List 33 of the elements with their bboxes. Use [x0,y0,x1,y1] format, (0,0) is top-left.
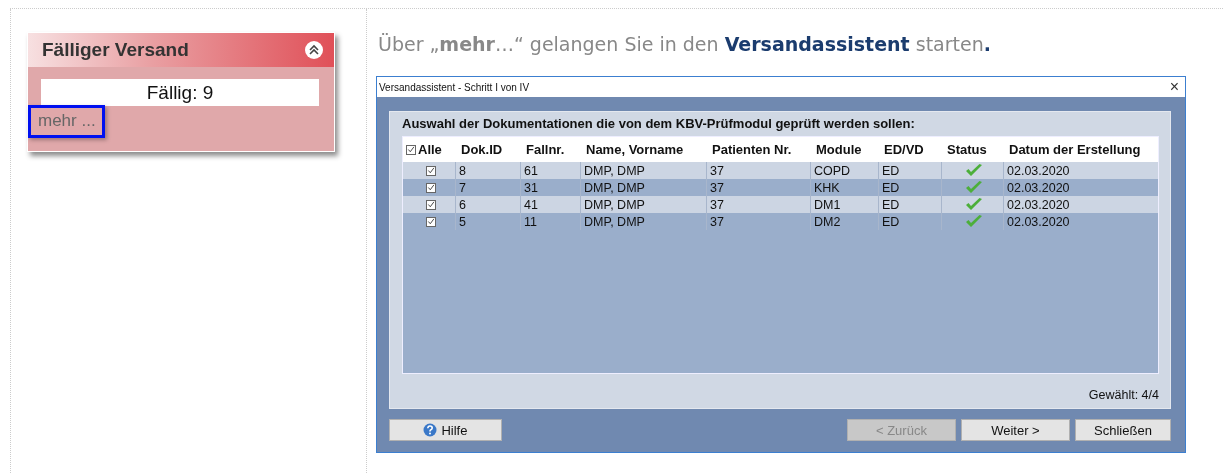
column-header[interactable]: Name, Vorname [580,142,706,157]
dialog-button[interactable]: Schließen [1074,419,1171,441]
table-cell: 5 [455,213,520,230]
widget-title: Fälliger Versand [42,39,189,61]
column-header[interactable]: Dok.ID [455,142,520,157]
checkbox[interactable] [425,165,436,176]
checkbox[interactable] [425,182,436,193]
column-header[interactable]: Fallnr. [520,142,580,157]
collapse-icon[interactable] [304,40,324,60]
table-cell: 37 [706,213,810,230]
due-count: Fällig: 9 [41,79,319,106]
column-header[interactable]: Patienten Nr. [706,142,810,157]
table-cell: 11 [520,213,580,230]
column-header[interactable]: Alle [418,142,442,157]
checkbox[interactable] [425,199,436,210]
checkbox[interactable] [406,144,416,155]
column-header[interactable]: ED/VD [878,142,941,157]
column-header[interactable]: Status [941,142,1003,157]
close-button[interactable]: × [1169,78,1179,96]
column-header[interactable]: Datum der Erstellung [1003,142,1158,157]
table-cell: ED [878,213,941,230]
table-cell: DM2 [810,213,878,230]
help-icon [423,423,438,437]
group-title: Auswahl der Dokumentationen die von dem KBV-Prüfmodul geprüft werden sollen: [402,116,916,131]
table-cell: 02.03.2020 [1003,213,1158,230]
dialog-button[interactable]: Hilfe [389,419,502,441]
selection-count: Gewählt: 4/4 [1088,388,1159,402]
window-title: Versandassistent - Schritt I von IV [379,81,530,93]
column-header[interactable]: Module [810,142,878,157]
dialog-button[interactable]: Weiter > [960,419,1070,441]
checkbox[interactable] [425,216,436,227]
table-cell: DMP, DMP [580,213,706,230]
instruction-text: Über „mehr…“ gelangen Sie in den Versandassistent starten. [378,33,992,55]
